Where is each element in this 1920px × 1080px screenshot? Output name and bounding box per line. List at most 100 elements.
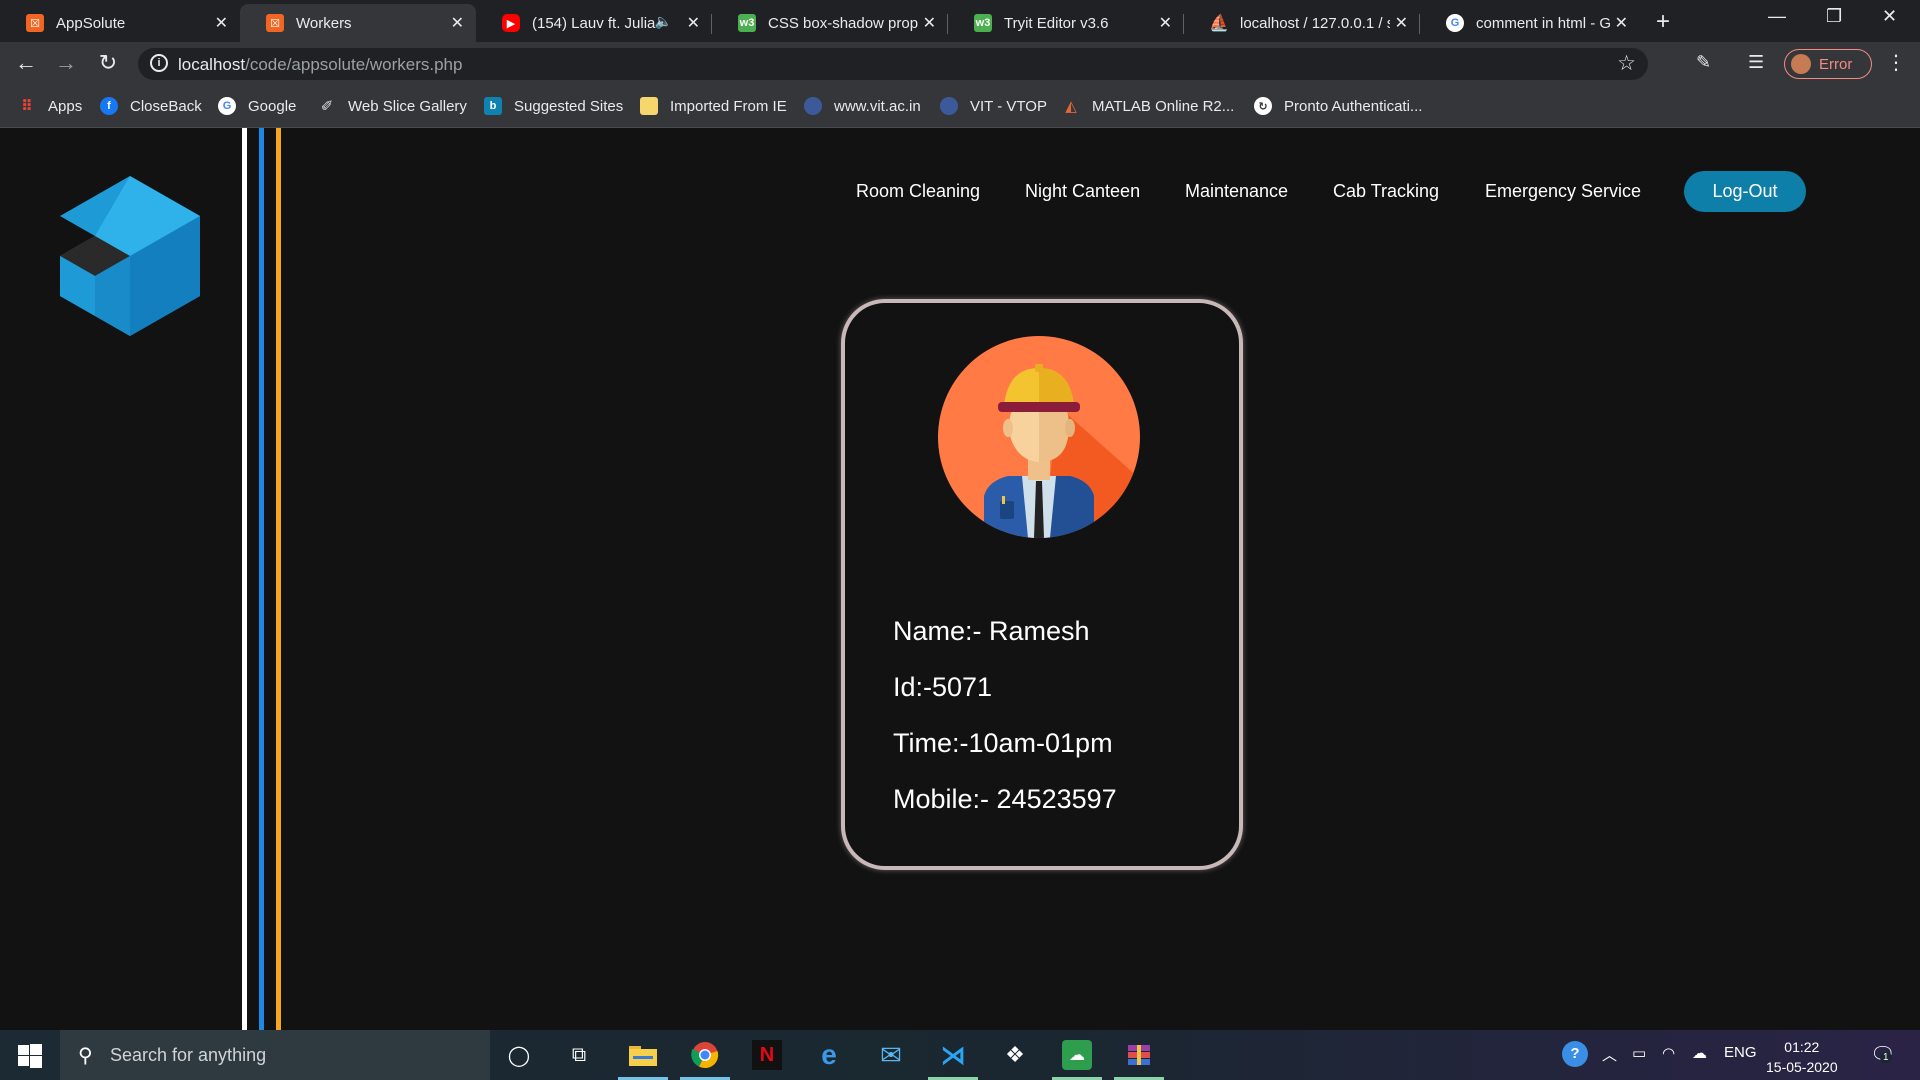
bookmark-pronto[interactable]: ↻ Pronto Authenticati... [1254,97,1422,115]
bookmark-vit[interactable]: www.vit.ac.in [804,97,921,115]
restore-icon[interactable]: ❐ [1826,6,1842,27]
taskbar-search[interactable]: ⚲ Search for anything [60,1030,490,1080]
close-tab-icon[interactable]: ✕ [1159,13,1172,33]
close-tab-icon[interactable]: ✕ [1615,13,1628,33]
nav-cab-tracking[interactable]: Cab Tracking [1333,181,1439,202]
language-indicator[interactable]: ENG [1724,1044,1757,1061]
tab-title: AppSolute [56,14,126,32]
stripe-orange [276,128,281,1030]
address-bar[interactable]: i localhost/code/appsolute/workers.php ☆ [138,48,1648,80]
tab-css-box-shadow[interactable]: w3 CSS box-shadow prope ✕ [712,4,948,42]
battery-icon[interactable]: ▭ [1632,1044,1646,1062]
speaker-icon[interactable]: 🔈 [655,13,672,30]
browser-tab-strip: ☒ AppSolute ✕ ☒ Workers ✕ ▶ (154) Lauv f… [0,0,1920,42]
w3schools-icon: w3 [738,14,756,32]
google-icon: G [1446,14,1464,32]
tab-title: comment in html - Goo [1476,14,1611,32]
bookmark-label: CloseBack [130,97,202,115]
system-clock[interactable]: 01:22 15-05-2020 [1766,1037,1838,1077]
chrome-icon[interactable] [680,1040,730,1080]
reload-icon[interactable]: ↻ [94,50,122,76]
worker-card: Name:- Ramesh Id:-5071 Time:-10am-01pm M… [841,299,1243,870]
worker-id: Id:-5071 [893,672,993,702]
tab-phpmyadmin[interactable]: ⛵ localhost / 127.0.0.1 / s ✕ [1184,4,1420,42]
new-tab-icon[interactable]: + [1656,8,1670,36]
web-slice-icon: ✐ [320,98,334,115]
worker-name: Name:- Ramesh [893,616,1090,646]
tab-google-search[interactable]: G comment in html - Goo ✕ [1420,4,1640,42]
dropbox-icon[interactable]: ❖ [1000,1040,1030,1070]
close-window-icon[interactable]: ✕ [1882,6,1897,27]
nav-maintenance[interactable]: Maintenance [1185,181,1288,202]
profile-button[interactable]: Error [1784,49,1872,79]
nav-night-canteen[interactable]: Night Canteen [1025,181,1140,202]
show-hidden-icons[interactable]: ︿ [1602,1044,1617,1065]
folder-icon [640,97,658,115]
bookmark-google[interactable]: G Google [218,97,296,115]
windows-start-icon[interactable] [18,1044,42,1073]
stripe-white [242,128,247,1030]
bookmark-imported-from-ie[interactable]: Imported From IE [640,97,787,115]
avatar [1791,54,1811,74]
profile-label: Error [1819,55,1853,73]
bookmark-web-slice-gallery[interactable]: ✐ Web Slice Gallery [318,97,467,116]
tab-title: CSS box-shadow prope [768,14,918,32]
search-placeholder: Search for anything [110,1044,267,1065]
mail-icon[interactable]: ✉ [876,1040,906,1070]
nav-emergency-service[interactable]: Emergency Service [1485,181,1641,202]
vscode-icon[interactable]: ⋊ [928,1040,978,1080]
apps-grid-icon: ⠿ [21,98,33,115]
cloud-download-icon[interactable]: ☁ [1052,1040,1102,1080]
vit-icon [804,97,822,115]
worker-avatar [938,336,1140,543]
site-info-icon[interactable]: i [150,54,168,72]
xampp-icon: ☒ [266,14,284,32]
extension-icon[interactable]: ✎ [1696,52,1711,73]
close-tab-icon[interactable]: ✕ [215,13,228,33]
page-content: Room Cleaning Night Canteen Maintenance … [0,128,1920,1030]
youtube-icon: ▶ [502,14,520,32]
task-view-icon[interactable]: ⧉ [564,1040,594,1070]
tab-tryit-editor[interactable]: w3 Tryit Editor v3.6 ✕ [948,4,1184,42]
close-tab-icon[interactable]: ✕ [923,13,936,33]
edge-icon[interactable]: e [814,1039,844,1070]
nav-room-cleaning[interactable]: Room Cleaning [856,181,980,202]
cortana-icon[interactable]: ◯ [504,1040,534,1070]
bookmark-apps[interactable]: ⠿ Apps [18,97,82,116]
onedrive-icon[interactable]: ☁ [1692,1044,1707,1062]
tab-youtube[interactable]: ▶ (154) Lauv ft. Julia 🔈 ✕ [476,4,712,42]
tab-workers[interactable]: ☒ Workers ✕ [240,4,476,42]
wifi-icon[interactable]: ◠ [1662,1044,1675,1062]
file-explorer-icon[interactable] [618,1040,668,1080]
close-tab-icon[interactable]: ✕ [687,13,700,33]
help-icon[interactable]: ? [1562,1041,1588,1067]
browser-toolbar: ← → ↻ i localhost/code/appsolute/workers… [0,42,1920,86]
bookmark-vit-vtop[interactable]: VIT - VTOP [940,97,1047,115]
minimize-icon[interactable]: — [1768,6,1786,27]
netflix-icon[interactable]: N [752,1040,782,1070]
url-path: /code/appsolute/workers.php [245,55,463,74]
tab-appsolute[interactable]: ☒ AppSolute ✕ [0,4,240,42]
close-tab-icon[interactable]: ✕ [451,13,464,33]
reading-list-icon[interactable]: ☰ [1748,52,1764,73]
winrar-icon[interactable] [1114,1040,1164,1080]
bookmark-closeback[interactable]: f CloseBack [100,97,202,115]
appsolute-logo[interactable] [60,176,200,341]
bookmark-label: www.vit.ac.in [834,97,921,115]
logout-button[interactable]: Log-Out [1684,171,1806,212]
notification-center-icon[interactable]: 🗨1 [1870,1042,1895,1067]
clock-date: 15-05-2020 [1766,1059,1838,1075]
bookmark-star-icon[interactable]: ☆ [1617,51,1636,76]
back-icon[interactable]: ← [12,50,40,76]
menu-icon[interactable]: ⋮ [1886,50,1906,75]
url-text[interactable]: localhost/code/appsolute/workers.php [178,55,462,75]
bing-icon: b [484,97,502,115]
tab-title: (154) Lauv ft. Julia [532,14,656,32]
forward-icon[interactable]: → [52,50,80,76]
tab-title: Tryit Editor v3.6 [1004,14,1109,32]
bookmark-matlab[interactable]: ◭ MATLAB Online R2... [1062,97,1234,116]
bookmark-label: Google [248,97,297,115]
bookmark-suggested-sites[interactable]: b Suggested Sites [484,97,623,115]
close-tab-icon[interactable]: ✕ [1395,13,1408,33]
pronto-icon: ↻ [1254,97,1272,115]
